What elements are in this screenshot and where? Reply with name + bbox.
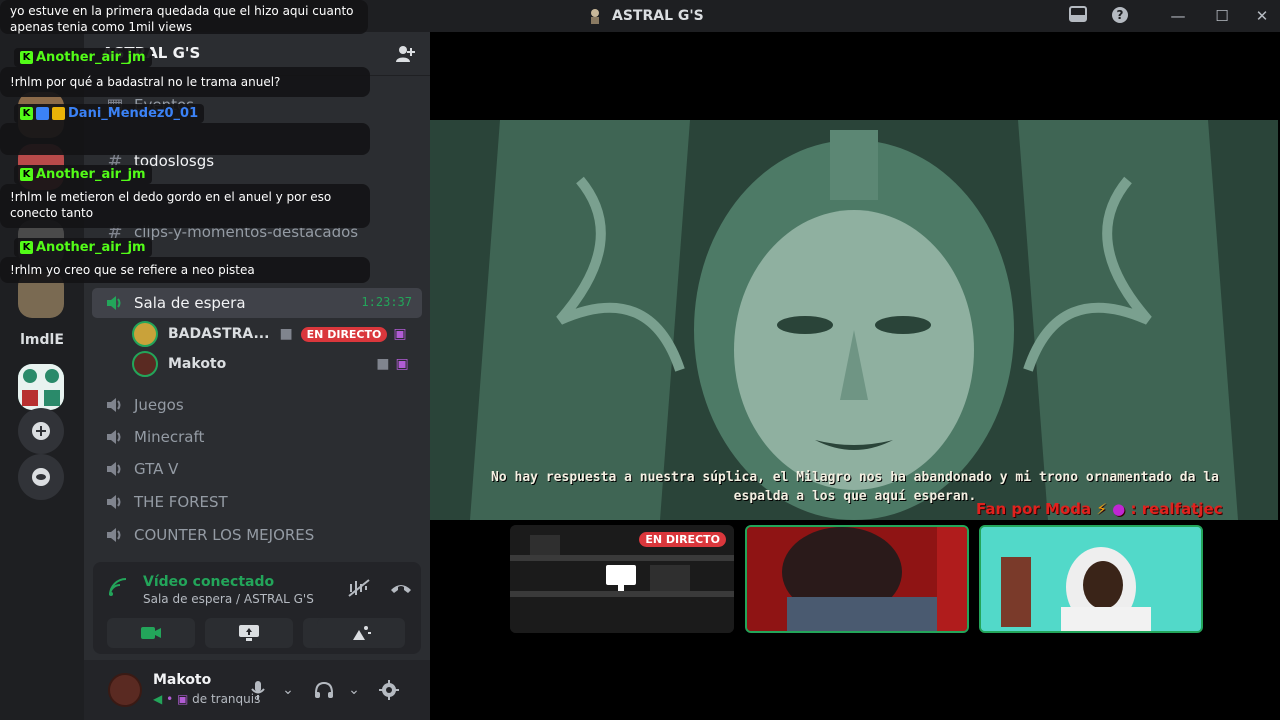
server-avatar[interactable] xyxy=(18,364,64,410)
signal-icon xyxy=(107,576,129,602)
chat-message xyxy=(0,123,370,155)
noise-suppression-icon[interactable] xyxy=(347,578,371,602)
chat-username[interactable]: K Another_air_jm xyxy=(14,165,152,184)
camera-icon: ■ xyxy=(376,356,390,372)
speaker-icon xyxy=(102,397,128,413)
crown-icon xyxy=(52,107,65,120)
kick-icon: K xyxy=(20,241,33,254)
soundboard-button[interactable] xyxy=(317,618,405,648)
camera-button[interactable] xyxy=(107,618,195,648)
screen-share-button[interactable] xyxy=(205,618,293,648)
voice-status[interactable]: Vídeo conectado xyxy=(143,574,274,590)
voice-channel-juegos[interactable]: Juegos xyxy=(92,390,422,420)
help-icon[interactable]: ? xyxy=(1110,6,1130,26)
voice-channel-the-forest[interactable]: THE FOREST xyxy=(92,487,422,517)
voice-channel-counter[interactable]: COUNTER LOS MEJORES xyxy=(92,520,422,550)
svg-text:?: ? xyxy=(1117,8,1124,22)
avatar[interactable] xyxy=(108,673,142,707)
chat-message: !rhlm le metieron el dedo gordo en el an… xyxy=(0,184,370,228)
chat-username[interactable]: K Another_air_jm xyxy=(14,238,152,257)
avatar xyxy=(132,321,158,347)
speaker-icon xyxy=(102,527,128,543)
server-text-icon[interactable]: lmdlE xyxy=(18,332,66,348)
voice-channel-gta[interactable]: GTA V xyxy=(92,454,422,484)
camera-icon: ■ xyxy=(279,326,293,342)
headphones-icon[interactable] xyxy=(312,678,336,702)
window-title: ASTRAL G'S xyxy=(586,7,704,25)
stream-tile-webcam[interactable] xyxy=(979,525,1203,633)
kick-icon: K xyxy=(20,168,33,181)
voice-user[interactable]: Makoto ■ ▣ xyxy=(132,350,422,378)
chevron-down-icon[interactable]: ⌄ xyxy=(342,678,366,702)
lightning-icon: ⚡ xyxy=(1096,500,1107,518)
voice-location[interactable]: Sala de espera / ASTRAL G'S xyxy=(143,592,314,606)
avatar xyxy=(132,351,158,377)
fan-credit: Fan por Moda ⚡ ● : realfatjec xyxy=(976,500,1223,518)
invite-icon[interactable] xyxy=(394,44,416,64)
server-icon xyxy=(586,7,604,25)
devil-icon: ● xyxy=(1112,500,1126,518)
chat-message: !rhlm yo creo que se refiere a neo piste… xyxy=(0,257,370,283)
user-status: ◀ • ▣ de tranquis xyxy=(153,692,261,706)
speaker-icon xyxy=(102,494,128,510)
speaker-icon xyxy=(102,429,128,445)
maximize-icon[interactable]: ☐ xyxy=(1212,6,1232,26)
speaker-icon xyxy=(102,461,128,477)
chat-username[interactable]: K Dani_Mendez0_01 xyxy=(14,104,205,123)
activity-icon: ▣ xyxy=(395,356,409,372)
settings-gear-icon[interactable] xyxy=(377,678,401,702)
voice-channel-minecraft[interactable]: Minecraft xyxy=(92,422,422,452)
voice-user[interactable]: BADASTRA... ■ EN DIRECTO ▣ xyxy=(132,320,422,348)
live-badge: EN DIRECTO xyxy=(300,326,388,342)
inbox-icon[interactable] xyxy=(1068,6,1088,26)
add-server-icon[interactable] xyxy=(18,408,64,454)
explore-icon[interactable] xyxy=(18,454,64,500)
kick-icon: K xyxy=(20,51,33,64)
subscriber-badge-icon xyxy=(36,107,49,120)
microphone-icon[interactable] xyxy=(246,678,270,702)
chat-message: yo estuve en la primera quedada que el h… xyxy=(0,0,368,34)
chat-username[interactable]: K Another_air_jm xyxy=(14,48,152,67)
chat-message: !rhlm por qué a badastral no le trama an… xyxy=(0,67,370,97)
stream-tile-game[interactable]: EN DIRECTO xyxy=(510,525,734,633)
user-name[interactable]: Makoto xyxy=(153,672,211,688)
disconnect-icon[interactable] xyxy=(389,580,413,600)
chevron-down-icon[interactable]: ⌄ xyxy=(276,678,300,702)
speaker-icon: ◀ xyxy=(153,692,163,706)
stream-tile-webcam[interactable] xyxy=(745,525,969,633)
stream-view[interactable]: No hay respuesta a nuestra súplica, el M… xyxy=(430,32,1280,720)
activity-icon: • ▣ xyxy=(166,692,189,706)
close-icon[interactable]: ✕ xyxy=(1252,6,1272,26)
kick-icon: K xyxy=(20,107,33,120)
user-panel: Makoto ◀ • ▣ de tranquis ⌄ ⌄ xyxy=(84,660,430,720)
live-badge: EN DIRECTO xyxy=(639,532,726,547)
chat-overlay: yo estuve en la primera quedada que el h… xyxy=(0,0,372,300)
minimize-icon[interactable]: — xyxy=(1168,6,1188,26)
activity-icon: ▣ xyxy=(393,326,407,342)
game-artwork xyxy=(430,120,1278,520)
